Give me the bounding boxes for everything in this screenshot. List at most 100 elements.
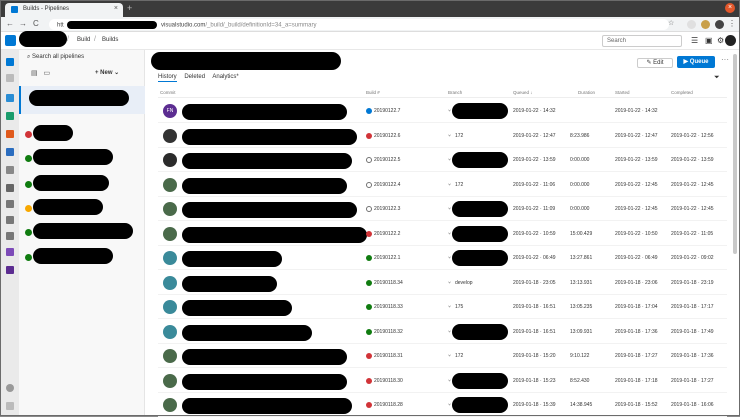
tab-analytics[interactable]: Analytics* — [212, 74, 238, 80]
tab-close-button[interactable]: × — [114, 5, 118, 12]
build-number[interactable]: 20190122.5 — [374, 157, 400, 163]
column-queued[interactable]: Queued ↓ — [513, 90, 533, 95]
table-row[interactable]: 20190118.33 ⑂ 175 2019-01-18 · 16:51 13:05.2… — [158, 295, 727, 319]
add-icon[interactable] — [6, 74, 14, 82]
build-number[interactable]: 20190122.4 — [374, 182, 400, 188]
table-row[interactable]: 20190122.1 ⑂ 2019-01-22 · 06:49 13:27.861 20… — [158, 246, 727, 270]
build-number[interactable]: 20190118.33 — [374, 304, 403, 310]
profile-avatar[interactable] — [715, 20, 724, 29]
user-settings-icon[interactable]: ⚙ — [717, 36, 724, 45]
column-duration[interactable]: Duration — [578, 90, 595, 95]
builds-icon[interactable] — [6, 166, 14, 174]
filter-icon[interactable]: ⏷ — [714, 74, 720, 82]
pipeline-item[interactable] — [19, 149, 145, 169]
pipeline-item[interactable] — [19, 199, 145, 219]
table-row[interactable]: FN 20190122.7 ⑂ 2019-01-22 · 14:32 2019-01-2… — [158, 99, 727, 123]
artifacts-icon[interactable] — [6, 266, 14, 274]
branch-name[interactable]: 172 — [455, 182, 463, 188]
deployment-groups-icon[interactable] — [6, 232, 14, 240]
window-close-button[interactable]: × — [725, 3, 735, 13]
table-row[interactable]: 20190122.2 ⑂ 2019-01-22 · 10:59 15:00.429 20… — [158, 222, 727, 246]
repos-icon[interactable] — [6, 112, 14, 120]
tab-history[interactable]: History — [158, 74, 177, 82]
pipeline-item-selected[interactable] — [19, 86, 145, 114]
table-row[interactable]: 20190122.6 ⑂ 172 2019-01-22 · 12:47 8:23.986… — [158, 124, 727, 148]
bookmark-star-icon[interactable]: ☆ — [668, 19, 674, 27]
branch-name[interactable]: 172 — [455, 133, 463, 139]
azure-devops-logo[interactable] — [5, 35, 16, 46]
shopping-bag-icon[interactable]: ▣ — [705, 36, 713, 45]
build-number[interactable]: 20190122.6 — [374, 133, 400, 139]
tab-deleted[interactable]: Deleted — [184, 74, 205, 80]
avatar[interactable] — [725, 35, 736, 46]
collapse-icon[interactable] — [6, 402, 14, 410]
pipeline-item[interactable] — [19, 223, 145, 243]
settings-icon[interactable] — [6, 384, 14, 392]
build-number[interactable]: 20190118.32 — [374, 329, 403, 335]
table-row[interactable]: 20190122.3 ⑂ 2019-01-22 · 11:09 0:00.000 201… — [158, 197, 727, 221]
table-row[interactable]: 20190118.31 ⑂ 172 2019-01-18 · 15:20 9:10.12… — [158, 344, 727, 368]
more-actions-button[interactable]: ··· — [721, 55, 729, 64]
breadcrumb-separator: / — [67, 36, 69, 43]
releases-icon[interactable] — [6, 184, 14, 192]
table-row[interactable]: 20190118.32 ⑂ 2019-01-18 · 16:51 13:09.931 2… — [158, 320, 727, 344]
column-branch[interactable]: Branch — [448, 90, 462, 95]
new-tab-button[interactable]: + — [127, 3, 132, 13]
build-number[interactable]: 20190122.2 — [374, 231, 400, 237]
build-number[interactable]: 20190118.30 — [374, 378, 403, 384]
completed-time: 2019-01-22 · 09:02 — [671, 255, 714, 261]
table-row[interactable]: 20190122.5 ⑂ 2019-01-22 · 13:59 0:00.000 201… — [158, 148, 727, 172]
build-number[interactable]: 20190122.3 — [374, 206, 400, 212]
build-number[interactable]: 20190118.31 — [374, 353, 403, 359]
url-host-suffix: visualstudio.com — [161, 22, 206, 29]
breadcrumb-builds[interactable]: Builds — [102, 37, 118, 43]
table-row[interactable]: 20190118.28 ⑂ 2019-01-18 · 15:39 14:38.945 2… — [158, 393, 727, 417]
pipelines-icon[interactable] — [6, 148, 14, 156]
back-button[interactable]: ← — [6, 19, 14, 28]
column-started[interactable]: Started — [615, 90, 630, 95]
table-row[interactable]: 20190122.4 ⑂ 172 2019-01-22 · 11:06 0:00.000… — [158, 173, 727, 197]
breadcrumb-build[interactable]: Build — [77, 37, 90, 43]
branch-name[interactable]: develop — [455, 280, 473, 286]
new-button[interactable]: + New ⌄ — [95, 69, 119, 76]
avatar — [163, 202, 177, 216]
column-completed[interactable]: Completed — [671, 90, 693, 95]
repos-icon[interactable] — [6, 130, 14, 138]
forward-button[interactable]: → — [19, 19, 27, 28]
pipeline-item[interactable] — [19, 175, 145, 195]
library-icon[interactable] — [6, 200, 14, 208]
branch-name[interactable]: 175 — [455, 304, 463, 310]
pipelines-search[interactable]: ⌕ Search all pipelines — [27, 54, 84, 61]
build-number[interactable]: 20190122.1 — [374, 255, 400, 261]
extension-icon[interactable] — [687, 20, 696, 29]
build-number[interactable]: 20190118.28 — [374, 402, 403, 408]
reload-button[interactable]: C — [33, 19, 39, 28]
edit-button[interactable]: ✎ Edit — [637, 58, 673, 68]
test-plans-icon[interactable] — [6, 248, 14, 256]
browser-tab[interactable]: Builds - Pipelines × — [5, 3, 123, 17]
task-groups-icon[interactable] — [6, 216, 14, 224]
browser-menu-icon[interactable]: ⋮ — [728, 19, 736, 28]
branch-icon: ⑂ — [448, 206, 452, 212]
view-toggle-icons[interactable]: ▤ ▭ — [31, 69, 50, 77]
column-commit[interactable]: Commit — [160, 90, 176, 95]
column-build[interactable]: Build # — [366, 90, 380, 95]
scrollbar[interactable] — [733, 54, 737, 254]
list-icon[interactable]: ☰ — [691, 36, 698, 45]
duration: 8:52.430 — [570, 377, 590, 384]
url-field[interactable]: htt visualstudio.com/_build/_build/defin… — [49, 19, 669, 30]
pipeline-item[interactable] — [19, 125, 145, 145]
overview-icon[interactable] — [6, 58, 14, 66]
redacted-branch — [452, 201, 508, 217]
branch-name[interactable]: 172 — [455, 353, 463, 359]
build-number[interactable]: 20190118.34 — [374, 280, 403, 286]
queue-button-label: Queue — [689, 59, 709, 65]
table-row[interactable]: 20190118.34 ⑂ develop 2019-01-18 · 23:05 13:… — [158, 271, 727, 295]
search-input[interactable]: Search — [602, 35, 682, 47]
queue-button[interactable]: ▶ Queue — [677, 56, 715, 68]
table-row[interactable]: 20190118.30 ⑂ 2019-01-18 · 15:23 8:52.430 20… — [158, 369, 727, 393]
build-number[interactable]: 20190122.7 — [374, 108, 400, 114]
extension-icon[interactable] — [701, 20, 710, 29]
boards-icon[interactable] — [6, 94, 14, 102]
pipeline-item[interactable] — [19, 248, 145, 268]
